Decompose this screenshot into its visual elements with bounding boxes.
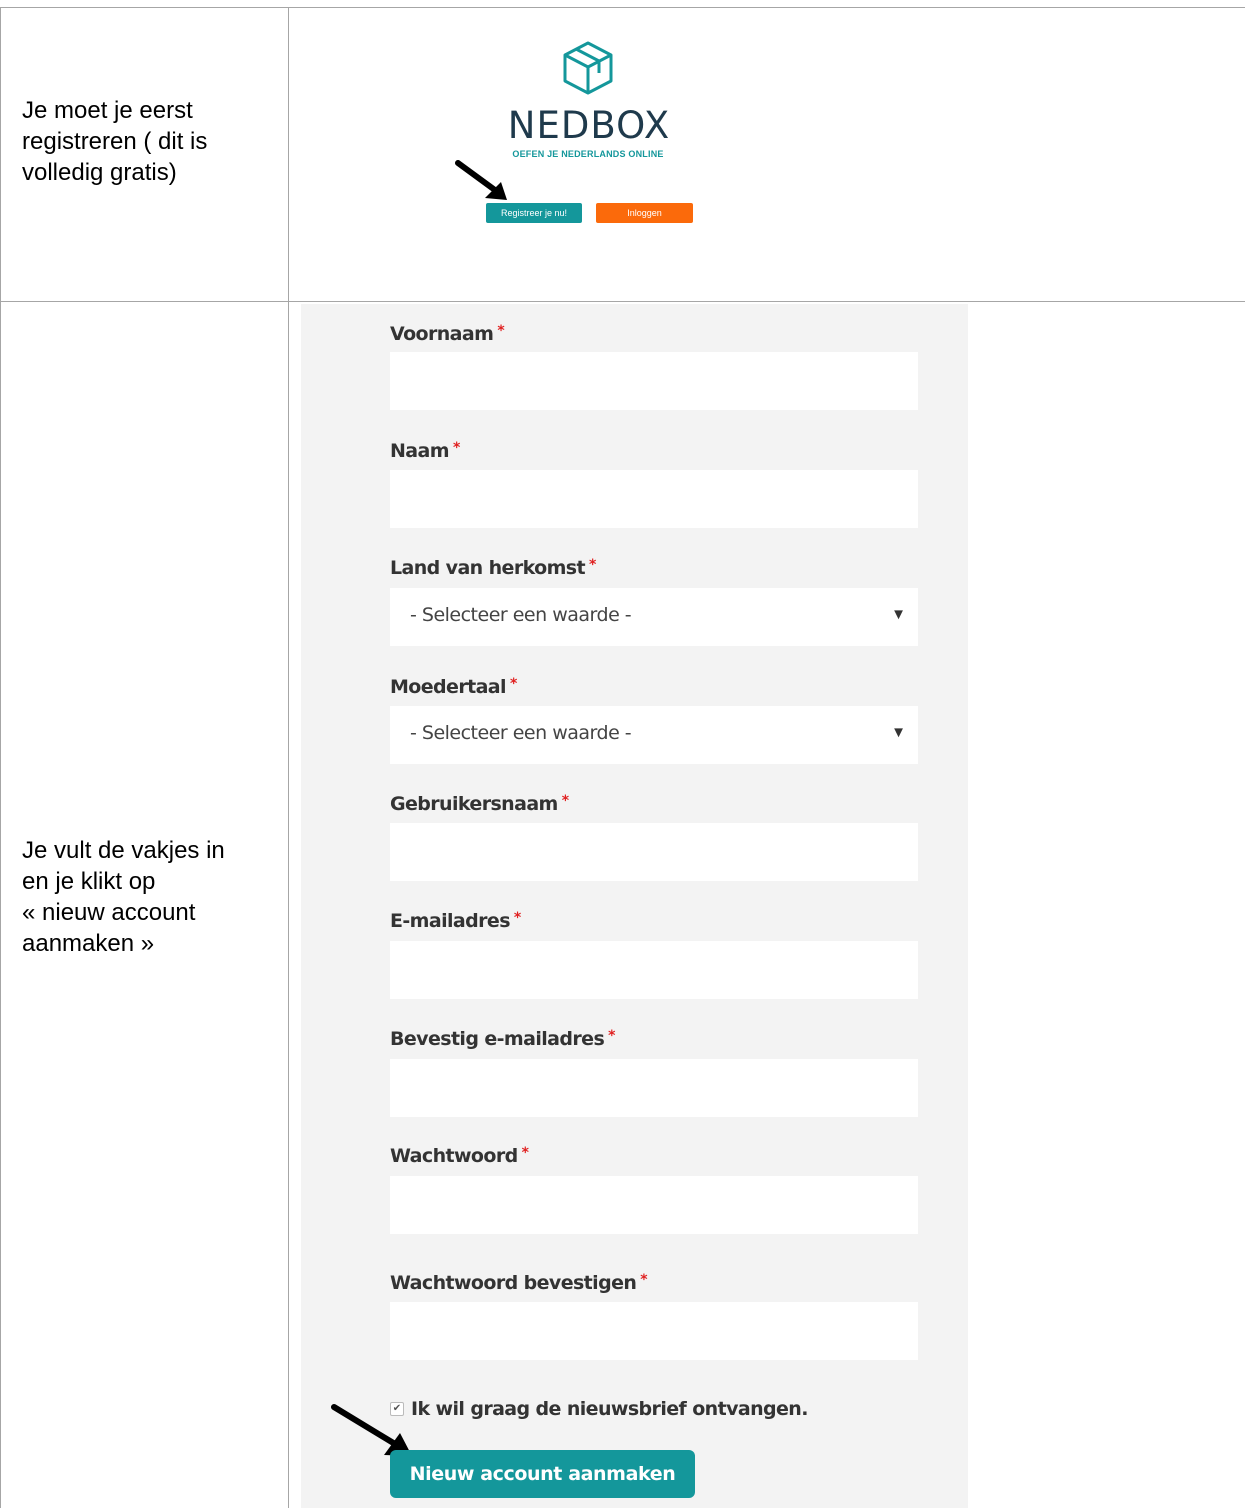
email-confirm-input[interactable] xyxy=(390,1059,918,1117)
land-label: Land van herkomst * xyxy=(390,557,596,579)
required-mark: * xyxy=(608,1028,615,1044)
naam-input[interactable] xyxy=(390,470,918,528)
row1-instruction-line: registreren ( dit is xyxy=(22,128,208,155)
row2-instruction-line: en je klikt op xyxy=(22,868,156,895)
brand-tagline: OEFEN JE NEDERLANDS ONLINE xyxy=(512,149,664,159)
password-confirm-input[interactable] xyxy=(390,1302,918,1360)
caret-down-icon: ▼ xyxy=(891,606,906,623)
land-label-text: Land van herkomst xyxy=(390,557,586,579)
table-border-left xyxy=(0,7,1,1508)
row2-instruction: Je vult de vakjes in en je klikt op « ni… xyxy=(22,835,225,959)
register-button[interactable]: Registreer je nu! xyxy=(486,203,582,223)
brand-name: NEDBOX xyxy=(507,104,671,147)
email-confirm-label: Bevestig e-mailadres * xyxy=(390,1028,615,1050)
email-label-text: E-mailadres xyxy=(390,910,511,932)
table-border-row-divider xyxy=(0,301,1245,302)
login-button[interactable]: Inloggen xyxy=(596,203,693,223)
required-mark: * xyxy=(521,1145,529,1161)
row1-instruction-line: volledig gratis) xyxy=(22,159,177,186)
required-mark: * xyxy=(509,676,517,692)
required-mark: * xyxy=(640,1272,648,1288)
moedertaal-select[interactable]: - Selecteer een waarde - ▼ xyxy=(390,706,918,764)
voornaam-label: Voornaam * xyxy=(390,323,505,345)
gebruikersnaam-input[interactable] xyxy=(390,823,918,881)
arrow-pointer-icon xyxy=(455,160,507,200)
required-mark: * xyxy=(561,793,569,809)
required-mark: * xyxy=(452,440,460,456)
table-border-top xyxy=(0,7,1245,8)
email-label: E-mailadres * xyxy=(390,910,521,932)
naam-label-text: Naam xyxy=(390,440,450,462)
box-icon xyxy=(563,41,613,95)
required-mark: * xyxy=(497,323,505,339)
land-select-value: - Selecteer een waarde - xyxy=(410,604,632,626)
password-confirm-label: Wachtwoord bevestigen * xyxy=(390,1272,648,1294)
moedertaal-select-value: - Selecteer een waarde - xyxy=(410,722,632,744)
moedertaal-label: Moedertaal * xyxy=(390,676,517,698)
instruction-table: Je moet je eerst registreren ( dit is vo… xyxy=(0,0,1245,1508)
password-label-text: Wachtwoord xyxy=(390,1145,518,1167)
row2-instruction-line: « nieuw account xyxy=(22,899,196,926)
required-mark: * xyxy=(588,557,596,573)
email-confirm-label-text: Bevestig e-mailadres xyxy=(390,1028,605,1050)
table-border-column-divider xyxy=(288,7,289,1508)
gebruikersnaam-label: Gebruikersnaam * xyxy=(390,793,569,815)
row2-instruction-line: aanmaken » xyxy=(22,930,155,957)
required-mark: * xyxy=(513,910,521,926)
create-account-button[interactable]: Nieuw account aanmaken xyxy=(390,1450,695,1498)
password-input[interactable] xyxy=(390,1176,918,1234)
voornaam-label-text: Voornaam xyxy=(390,323,494,345)
password-confirm-label-text: Wachtwoord bevestigen xyxy=(390,1272,637,1294)
row2-instruction-line: Je vult de vakjes in xyxy=(22,837,225,864)
voornaam-input[interactable] xyxy=(390,352,918,410)
naam-label: Naam * xyxy=(390,440,460,462)
land-select[interactable]: - Selecteer een waarde - ▼ xyxy=(390,588,918,646)
row1-instruction: Je moet je eerst registreren ( dit is vo… xyxy=(22,95,207,188)
gebruikersnaam-label-text: Gebruikersnaam xyxy=(390,793,558,815)
moedertaal-label-text: Moedertaal xyxy=(390,676,507,698)
caret-down-icon: ▼ xyxy=(891,724,906,741)
newsletter-label: Ik wil graag de nieuwsbrief ontvangen. xyxy=(411,1398,808,1420)
email-input[interactable] xyxy=(390,941,918,999)
row1-instruction-line: Je moet je eerst xyxy=(22,97,193,124)
password-label: Wachtwoord * xyxy=(390,1145,529,1167)
